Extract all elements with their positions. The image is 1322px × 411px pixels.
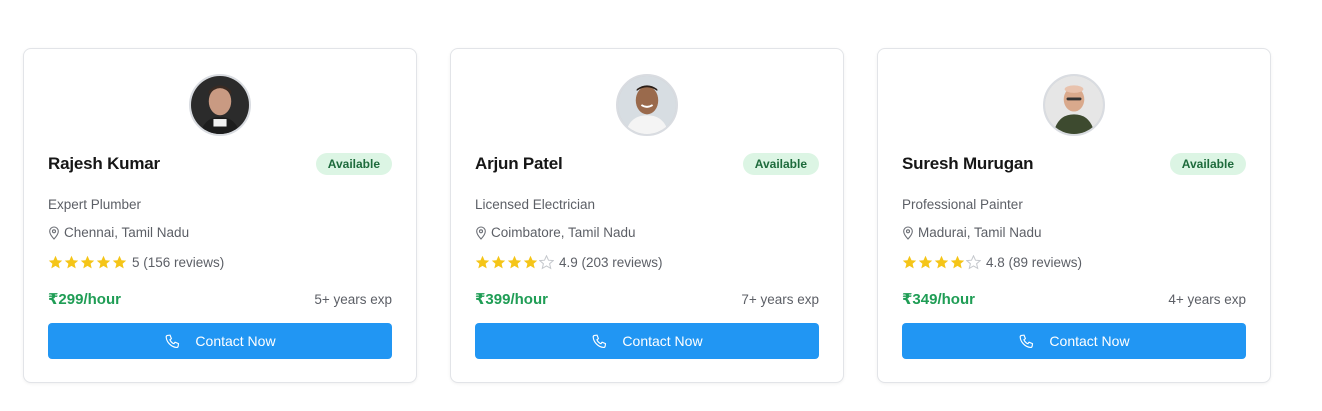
contact-now-label: Contact Now	[195, 333, 276, 349]
location-text: Chennai, Tamil Nadu	[64, 225, 190, 240]
provider-name: Arjun Patel	[475, 154, 563, 173]
name-row: Arjun Patel Available	[475, 152, 819, 176]
star-filled-icon	[934, 255, 949, 269]
provider-card: Suresh Murugan Available Professional Pa…	[877, 48, 1271, 383]
star-filled-icon	[475, 255, 490, 269]
rating: 4.9 (203 reviews)	[475, 255, 663, 270]
avatar	[189, 74, 251, 136]
price-row: ₹399/hour 7+ years exp	[475, 290, 819, 308]
phone-icon	[593, 334, 607, 348]
provider-card: Rajesh Kumar Available Expert Plumber Ch…	[23, 48, 417, 383]
rating-text: 4.8 (89 reviews)	[986, 255, 1083, 270]
contact-now-button[interactable]: Contact Now	[902, 323, 1246, 359]
provider-profession: Professional Painter	[902, 197, 1023, 212]
contact-now-button[interactable]: Contact Now	[475, 323, 819, 359]
avatar	[1043, 74, 1105, 136]
name-row: Suresh Murugan Available	[902, 152, 1246, 176]
hourly-price: ₹349/hour	[902, 291, 975, 308]
contact-now-label: Contact Now	[622, 333, 703, 349]
provider-name: Rajesh Kumar	[48, 154, 160, 173]
provider-profession: Expert Plumber	[48, 197, 142, 212]
star-rating	[48, 255, 127, 270]
star-filled-icon	[902, 255, 917, 269]
location-text: Madurai, Tamil Nadu	[918, 225, 1042, 240]
rating-text: 5 (156 reviews)	[132, 255, 225, 270]
star-empty-icon	[539, 255, 554, 270]
map-pin-icon	[476, 225, 486, 240]
star-rating	[475, 255, 554, 270]
star-filled-icon	[80, 255, 95, 269]
contact-now-label: Contact Now	[1049, 333, 1130, 349]
price-row: ₹349/hour 4+ years exp	[902, 290, 1246, 308]
hourly-price: ₹399/hour	[475, 291, 548, 308]
provider-card: Arjun Patel Available Licensed Electrici…	[450, 48, 844, 383]
star-filled-icon	[507, 255, 522, 269]
provider-location: Coimbatore, Tamil Nadu	[475, 225, 636, 240]
star-filled-icon	[112, 255, 127, 269]
star-filled-icon	[96, 255, 111, 269]
location-text: Coimbatore, Tamil Nadu	[491, 225, 636, 240]
contact-now-button[interactable]: Contact Now	[48, 323, 392, 359]
name-row: Rajesh Kumar Available	[48, 152, 392, 176]
star-filled-icon	[950, 255, 965, 269]
price-row: ₹299/hour 5+ years exp	[48, 290, 392, 308]
star-rating	[902, 255, 981, 270]
star-empty-icon	[966, 255, 981, 270]
provider-name: Suresh Murugan	[902, 154, 1034, 173]
rating: 5 (156 reviews)	[48, 255, 224, 270]
provider-location: Chennai, Tamil Nadu	[48, 225, 189, 240]
star-filled-icon	[523, 255, 538, 269]
star-filled-icon	[48, 255, 63, 269]
experience: 7+ years exp	[741, 291, 819, 307]
star-filled-icon	[491, 255, 506, 269]
hourly-price: ₹299/hour	[48, 291, 121, 308]
provider-card-grid: Rajesh Kumar Available Expert Plumber Ch…	[23, 48, 1271, 383]
status-badge: Available	[315, 153, 392, 175]
provider-location: Madurai, Tamil Nadu	[902, 225, 1042, 240]
provider-profession: Licensed Electrician	[475, 197, 596, 212]
map-pin-icon	[49, 225, 59, 240]
status-badge: Available	[1169, 153, 1246, 175]
avatar	[616, 74, 678, 136]
status-badge: Available	[742, 153, 819, 175]
map-pin-icon	[903, 225, 913, 240]
star-filled-icon	[918, 255, 933, 269]
phone-icon	[1020, 334, 1034, 348]
rating: 4.8 (89 reviews)	[902, 255, 1082, 270]
experience: 4+ years exp	[1168, 291, 1246, 307]
rating-text: 4.9 (203 reviews)	[559, 255, 663, 270]
phone-icon	[166, 334, 180, 348]
star-filled-icon	[64, 255, 79, 269]
experience: 5+ years exp	[314, 291, 392, 307]
